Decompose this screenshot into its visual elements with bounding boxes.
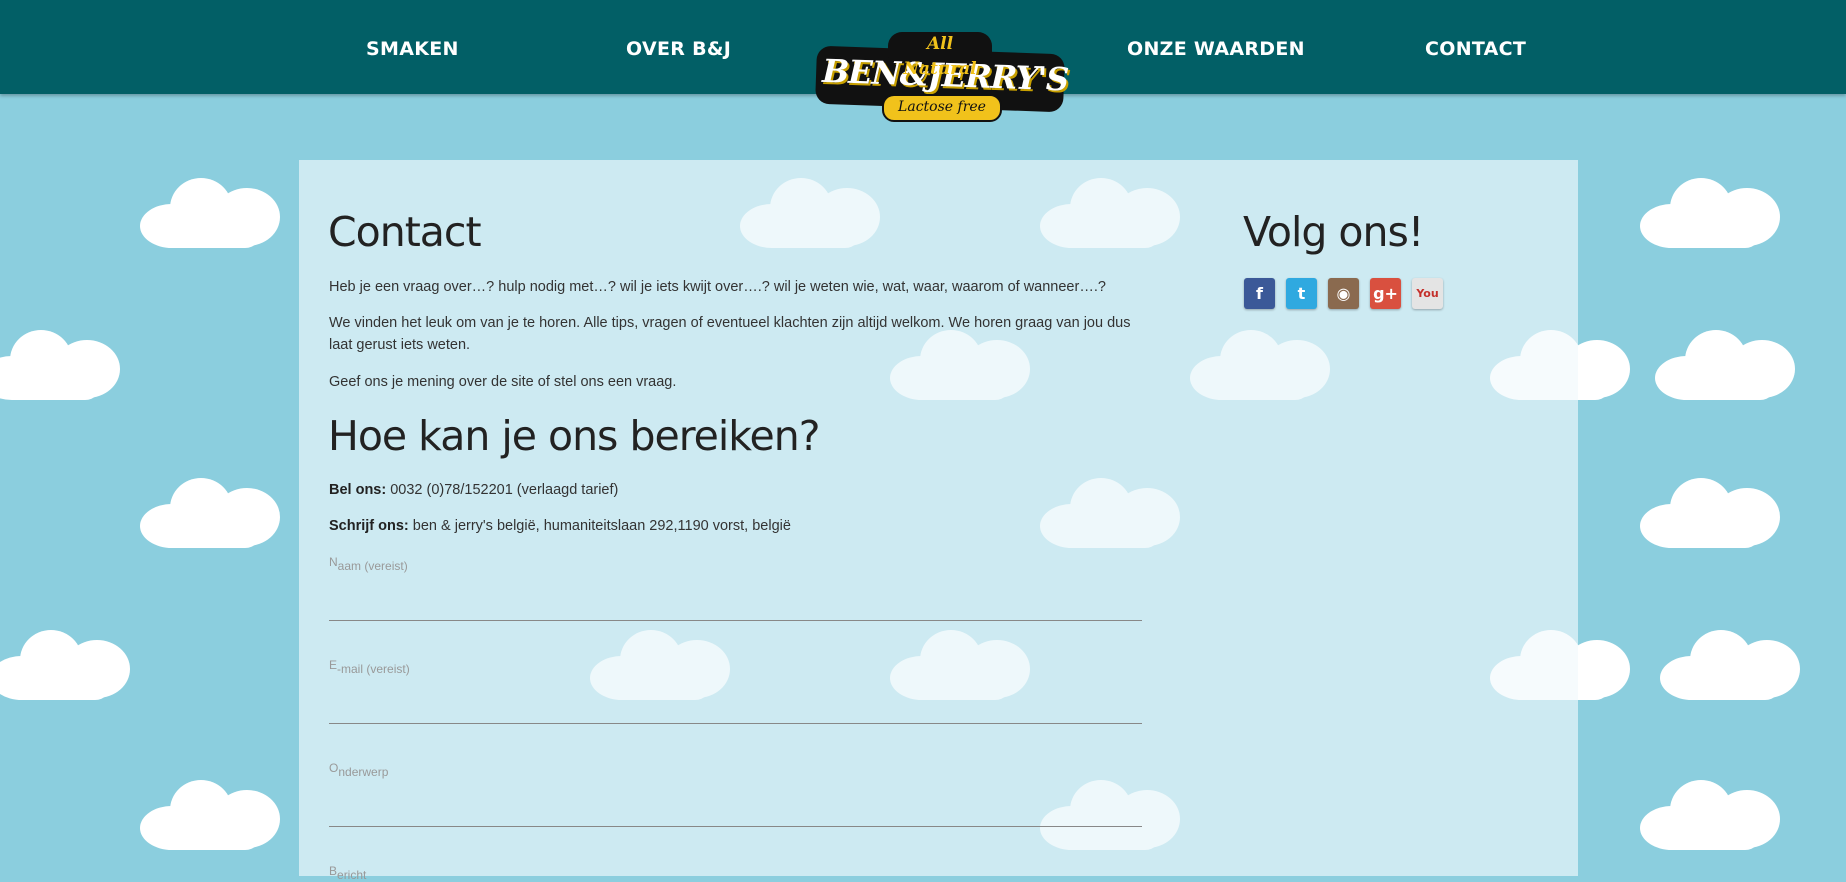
cloud-decoration (1640, 478, 1780, 548)
subject-field-label: Onderwerp (329, 761, 388, 779)
cloud-decoration (1640, 780, 1780, 850)
reach-title: Hoe kan je ons bereiken? (328, 412, 821, 460)
label-initial: E (329, 658, 338, 672)
message-field-label: Bericht (329, 864, 366, 882)
social-title: Volg ons! (1243, 208, 1424, 256)
label-initial: O (329, 761, 339, 775)
phone-line: Bel ons: 0032 (0)78/152201 (verlaagd tar… (329, 479, 1149, 501)
cloud-decoration (140, 178, 280, 248)
intro-paragraph-3: Geef ons je mening over de site of stel … (329, 374, 677, 390)
name-field-label: Naam (vereist) (329, 555, 408, 573)
instagram-icon[interactable]: ◉ (1328, 278, 1359, 309)
logo-all-natural: All Natural (888, 32, 992, 79)
name-field[interactable] (329, 620, 1142, 621)
nav-smaken[interactable]: SMAKEN (366, 38, 459, 60)
label-rest: ericht (337, 868, 367, 882)
label-initial: N (329, 555, 338, 569)
cloud-decoration (1640, 178, 1780, 248)
nav-over-bj[interactable]: OVER B&J (626, 38, 731, 60)
nav-onze-waarden[interactable]: ONZE WAARDEN (1127, 38, 1305, 60)
intro-paragraph-2: We vinden het leuk om van je te horen. A… (329, 315, 1131, 353)
cloud-decoration (0, 630, 130, 700)
label-rest: nderwerp (338, 765, 389, 779)
page-title: Contact (328, 208, 482, 256)
address-value: ben & jerry's belgië, humaniteitslaan 29… (412, 518, 791, 534)
cloud-decoration (0, 330, 120, 400)
label-rest: -mail (vereist) (337, 662, 410, 676)
logo-lactose-free: Lactose free (882, 94, 1002, 122)
twitter-icon[interactable]: t (1286, 278, 1317, 309)
address-line: Schrijf ons: ben & jerry's belgië, human… (329, 515, 1149, 537)
facebook-icon[interactable]: f (1244, 278, 1275, 309)
intro-paragraph-1: Heb je een vraag over…? hulp nodig met…?… (329, 279, 1106, 295)
cloud-decoration (1660, 630, 1800, 700)
youtube-icon[interactable]: You (1412, 278, 1443, 309)
cloud-decoration (1655, 330, 1795, 400)
subject-field[interactable] (329, 826, 1142, 827)
address-label: Schrijf ons: (329, 518, 409, 534)
google-plus-icon[interactable]: g+ (1370, 278, 1401, 309)
ben-and-jerrys-logo[interactable]: BEN&JERRY'S All Natural Lactose free (812, 28, 1069, 126)
email-field-label: E-mail (vereist) (329, 658, 410, 676)
cloud-decoration (140, 780, 280, 850)
label-rest: aam (vereist) (337, 559, 408, 573)
phone-label: Bel ons: (329, 482, 387, 498)
cloud-decoration (140, 478, 280, 548)
email-field[interactable] (329, 723, 1142, 724)
nav-contact[interactable]: CONTACT (1425, 38, 1526, 60)
phone-number: 0032 (0)78/152201 (verlaagd tarief) (390, 482, 619, 498)
